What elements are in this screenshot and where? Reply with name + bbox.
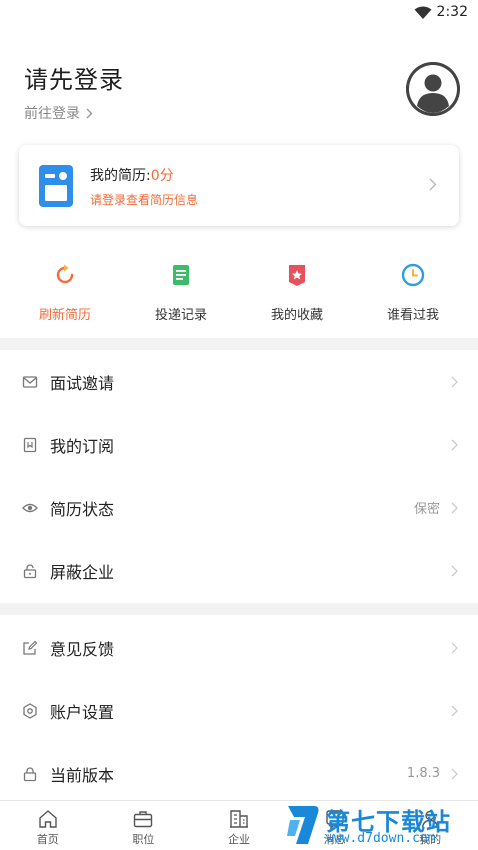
chevron-right-icon bbox=[451, 768, 458, 779]
menu-label: 意见反馈 bbox=[50, 639, 115, 659]
chevron-right-icon bbox=[429, 178, 437, 191]
chevron-right-icon bbox=[86, 108, 93, 118]
user-avatar-icon bbox=[406, 62, 460, 116]
menu-resume-status[interactable]: 简历状态 保密 bbox=[0, 476, 478, 539]
watermark-url: www.d7down.com bbox=[326, 831, 436, 846]
resume-icon bbox=[39, 165, 73, 207]
login-link[interactable]: 前往登录 bbox=[24, 103, 93, 123]
quick-action-label: 我的收藏 bbox=[270, 308, 323, 323]
subscription-icon bbox=[23, 437, 37, 452]
resume-score: 0分 bbox=[150, 168, 174, 184]
tab-jobs[interactable]: 职位 bbox=[96, 801, 192, 850]
menu-value: 保密 bbox=[413, 502, 440, 517]
edit-icon bbox=[23, 640, 38, 655]
quick-action-refresh-resume[interactable]: 刷新简历 bbox=[7, 258, 123, 328]
menu-label: 简历状态 bbox=[50, 499, 115, 519]
quick-action-label: 刷新简历 bbox=[38, 308, 91, 323]
quick-action-favorites[interactable]: 我的收藏 bbox=[239, 258, 355, 328]
chevron-right-icon bbox=[451, 502, 458, 513]
watermark: 第七下载站 www.d7down.com bbox=[284, 800, 478, 850]
home-icon bbox=[39, 810, 57, 828]
resume-card[interactable]: 我的简历:0分 请登录查看简历信息 bbox=[19, 145, 459, 226]
lock-icon bbox=[23, 766, 37, 781]
resume-score-line: 我的简历:0分 bbox=[90, 165, 174, 185]
section-divider bbox=[0, 338, 478, 350]
lock-icon bbox=[23, 563, 37, 578]
clock-icon bbox=[401, 263, 425, 287]
settings-icon bbox=[23, 702, 37, 719]
profile-header: 请先登录 前往登录 bbox=[0, 0, 478, 140]
tab-companies[interactable]: 企业 bbox=[191, 801, 287, 850]
tab-home[interactable]: 首页 bbox=[0, 801, 96, 850]
chevron-right-icon bbox=[451, 642, 458, 653]
avatar[interactable] bbox=[406, 62, 460, 116]
quick-actions: 刷新简历 投递记录 我的收藏 谁看过我 bbox=[0, 258, 478, 328]
document-icon bbox=[173, 265, 189, 285]
bookmark-icon bbox=[289, 265, 305, 286]
resume-label: 我的简历: bbox=[90, 168, 151, 184]
quick-action-who-viewed[interactable]: 谁看过我 bbox=[355, 258, 471, 328]
menu-label: 当前版本 bbox=[50, 765, 115, 785]
resume-hint: 请登录查看简历信息 bbox=[90, 193, 199, 207]
envelope-icon bbox=[22, 375, 38, 388]
refresh-icon bbox=[56, 264, 74, 284]
quick-action-label: 投递记录 bbox=[154, 308, 207, 323]
menu-feedback[interactable]: 意见反馈 bbox=[0, 616, 478, 679]
menu-my-subscriptions[interactable]: 我的订阅 bbox=[0, 413, 478, 476]
chevron-right-icon bbox=[451, 705, 458, 716]
eye-icon bbox=[22, 503, 38, 512]
page-title: 请先登录 bbox=[24, 66, 124, 94]
quick-action-label: 谁看过我 bbox=[386, 308, 439, 323]
chevron-right-icon bbox=[451, 376, 458, 387]
menu-account-settings[interactable]: 账户设置 bbox=[0, 679, 478, 742]
watermark-logo-icon bbox=[287, 806, 319, 844]
version-value: 1.8.3 bbox=[406, 766, 440, 781]
section-divider bbox=[0, 603, 478, 615]
menu-label: 账户设置 bbox=[50, 702, 115, 722]
tab-label: 首页 bbox=[36, 833, 59, 846]
chevron-right-icon bbox=[451, 565, 458, 576]
menu-label: 我的订阅 bbox=[50, 436, 115, 456]
tab-label: 职位 bbox=[132, 833, 155, 846]
chevron-right-icon bbox=[451, 439, 458, 450]
menu-current-version[interactable]: 当前版本 1.8.3 bbox=[0, 742, 478, 805]
building-icon bbox=[229, 810, 248, 828]
tab-label: 企业 bbox=[227, 833, 250, 846]
briefcase-icon bbox=[134, 811, 153, 828]
menu-block-companies[interactable]: 屏蔽企业 bbox=[0, 539, 478, 602]
menu-interview-invitations[interactable]: 面试邀请 bbox=[0, 350, 478, 413]
menu-label: 面试邀请 bbox=[50, 373, 115, 393]
menu-label: 屏蔽企业 bbox=[50, 562, 115, 582]
login-link-label: 前往登录 bbox=[24, 106, 80, 122]
quick-action-delivery-records[interactable]: 投递记录 bbox=[123, 258, 239, 328]
